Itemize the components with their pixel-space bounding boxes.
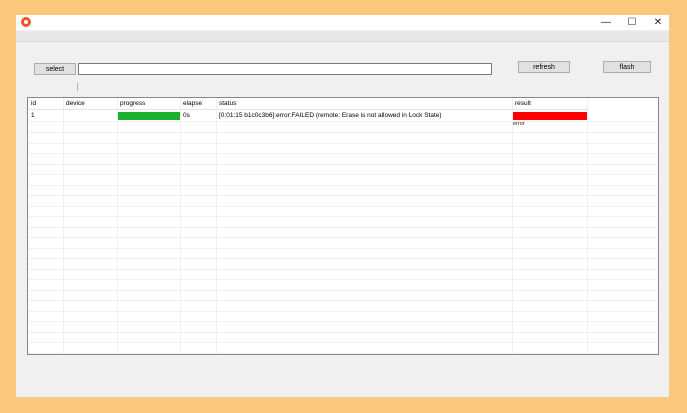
empty-row	[28, 133, 658, 144]
refresh-button[interactable]: refresh	[518, 61, 570, 73]
empty-row	[28, 175, 658, 186]
cell-id: 1	[31, 112, 35, 119]
menu-strip	[16, 31, 669, 42]
devices-table: id device progress elapse status result …	[27, 97, 659, 355]
column-header-id[interactable]: id	[28, 98, 63, 109]
cell-elapse: 0s	[183, 112, 190, 119]
empty-row	[28, 322, 658, 333]
cell-status: [0:01:15 b1c0c3b6]:error:FAILED (remote:…	[219, 112, 442, 119]
empty-row	[28, 301, 658, 312]
splitter-handle	[77, 83, 78, 91]
column-header-progress[interactable]: progress	[117, 98, 180, 109]
empty-row	[28, 332, 658, 343]
empty-row	[28, 154, 658, 165]
column-header-elapse[interactable]: elapse	[180, 98, 216, 109]
empty-row	[28, 196, 658, 207]
table-header: id device progress elapse status result	[28, 98, 588, 110]
empty-row	[28, 164, 658, 175]
column-header-device[interactable]: device	[63, 98, 117, 109]
empty-row	[28, 311, 658, 322]
empty-row	[28, 217, 658, 228]
flash-button[interactable]: flash	[603, 61, 651, 73]
column-header-status[interactable]: status	[216, 98, 512, 109]
result-badge: error	[513, 112, 587, 127]
empty-row	[28, 280, 658, 291]
progress-bar	[118, 112, 180, 120]
empty-row	[28, 248, 658, 259]
empty-row	[28, 238, 658, 249]
empty-row	[28, 185, 658, 196]
title-bar: — ☐ ✕	[16, 15, 669, 30]
path-input[interactable]	[78, 63, 492, 75]
cell-device	[63, 111, 117, 121]
empty-row	[28, 227, 658, 238]
empty-row	[28, 259, 658, 270]
app-window: — ☐ ✕ select refresh flash id device pro…	[16, 15, 669, 397]
empty-row	[28, 343, 658, 354]
column-header-result[interactable]: result	[512, 98, 587, 109]
empty-row	[28, 143, 658, 154]
close-button[interactable]: ✕	[645, 15, 671, 30]
app-logo-icon	[21, 17, 31, 27]
empty-row	[28, 269, 658, 280]
select-button[interactable]: select	[34, 63, 76, 75]
empty-row	[28, 206, 658, 217]
empty-row	[28, 290, 658, 301]
maximize-button[interactable]: ☐	[619, 15, 645, 30]
minimize-button[interactable]: —	[593, 15, 619, 30]
empty-row	[28, 122, 658, 133]
